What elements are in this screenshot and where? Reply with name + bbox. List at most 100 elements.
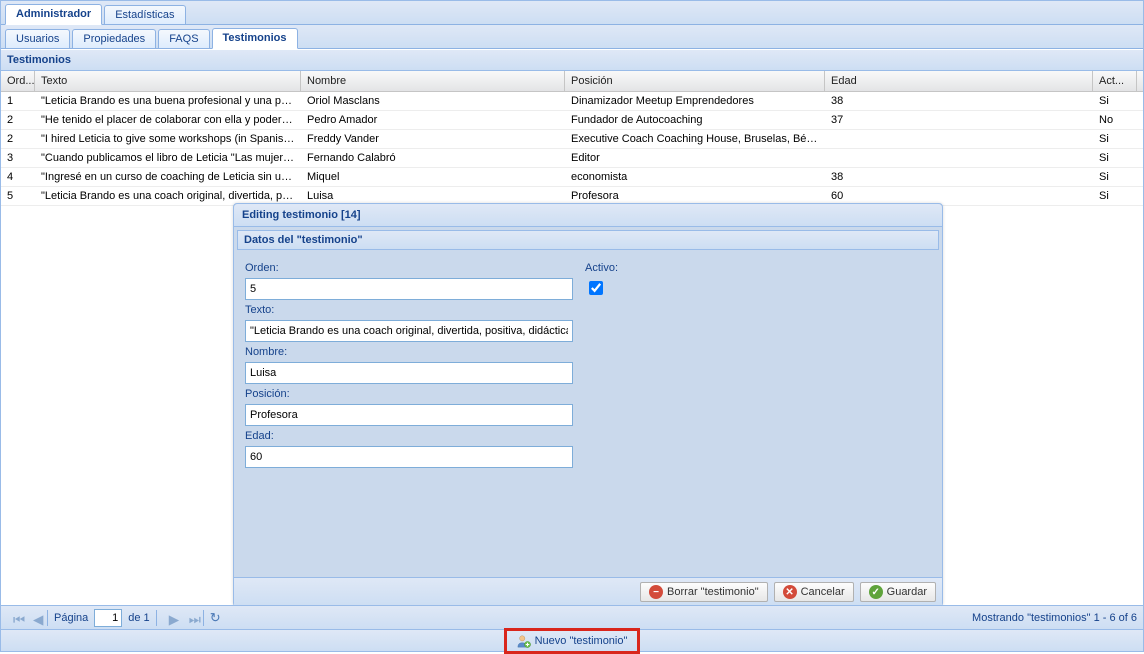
tab-propiedades[interactable]: Propiedades (72, 29, 156, 48)
table-cell: Pedro Amador (301, 111, 565, 129)
cancel-button-label: Cancelar (801, 586, 845, 598)
delete-button-label: Borrar "testimonio" (667, 586, 759, 598)
delete-button[interactable]: − Borrar "testimonio" (640, 582, 768, 602)
table-cell: "Cuando publicamos el libro de Leticia "… (35, 149, 301, 167)
highlight-box: Nuevo "testimonio" (504, 628, 641, 654)
prev-page-button[interactable]: ◀ (27, 611, 41, 625)
refresh-icon[interactable]: ↻ (210, 610, 221, 626)
edit-window-title: Editing testimonio [14] (234, 204, 942, 227)
edit-window-body: Datos del "testimonio" Orden: Activo: Te… (234, 227, 942, 577)
table-cell: Freddy Vander (301, 130, 565, 148)
table-cell: economista (565, 168, 825, 186)
tab-testimonios[interactable]: Testimonios (212, 28, 298, 49)
paging-status: Mostrando "testimonios" 1 - 6 of 6 (972, 612, 1137, 624)
save-button[interactable]: ✓ Guardar (860, 582, 936, 602)
table-row[interactable]: 3"Cuando publicamos el libro de Leticia … (1, 149, 1143, 168)
table-cell: Si (1093, 149, 1137, 167)
bottom-toolbar: Nuevo "testimonio" (1, 629, 1143, 651)
grid-header: Ord... Texto Nombre Posición Edad Act... (1, 71, 1143, 92)
edit-window: Editing testimonio [14] Datos del "testi… (233, 203, 943, 607)
col-header-posicion[interactable]: Posición (565, 71, 825, 91)
table-cell (825, 130, 1093, 148)
table-cell (825, 149, 1093, 167)
input-edad[interactable] (245, 446, 573, 468)
table-cell: 2 (1, 130, 35, 148)
table-cell: Si (1093, 187, 1137, 205)
new-testimonio-label: Nuevo "testimonio" (535, 635, 628, 647)
fieldset-title: Datos del "testimonio" (237, 230, 939, 250)
app-root: Administrador Estadísticas Usuarios Prop… (0, 0, 1144, 652)
table-cell: Editor (565, 149, 825, 167)
user-add-icon (517, 634, 531, 648)
paging-toolbar: ⏮ ◀ Página de 1 ▶ ⏭ ↻ Mostrando "testimo… (1, 605, 1143, 629)
tab-administrador[interactable]: Administrador (5, 4, 102, 25)
save-button-label: Guardar (887, 586, 927, 598)
table-cell: Si (1093, 168, 1137, 186)
label-activo: Activo: (585, 260, 618, 276)
col-header-nombre[interactable]: Nombre (301, 71, 565, 91)
table-cell: Fernando Calabró (301, 149, 565, 167)
edit-window-footer: − Borrar "testimonio" ✕ Cancelar ✓ Guard… (234, 577, 942, 606)
page-input[interactable] (94, 609, 122, 627)
table-cell: "I hired Leticia to give some workshops … (35, 130, 301, 148)
input-orden[interactable] (245, 278, 573, 300)
cancel-button[interactable]: ✕ Cancelar (774, 582, 854, 602)
tab-estadisticas[interactable]: Estadísticas (104, 5, 185, 24)
col-header-orden[interactable]: Ord... (1, 71, 35, 91)
delete-icon: − (649, 585, 663, 599)
table-row[interactable]: 2"I hired Leticia to give some workshops… (1, 130, 1143, 149)
col-header-edad[interactable]: Edad (825, 71, 1093, 91)
separator (203, 610, 204, 626)
col-header-activo[interactable]: Act... (1093, 71, 1137, 91)
page-of-label: de 1 (128, 612, 149, 624)
separator (156, 610, 157, 626)
table-row[interactable]: 4"Ingresé en un curso de coaching de Let… (1, 168, 1143, 187)
new-testimonio-button[interactable]: Nuevo "testimonio" (513, 632, 632, 650)
label-posicion: Posición: (245, 386, 573, 402)
checkbox-activo[interactable] (589, 281, 603, 295)
table-cell: 38 (825, 92, 1093, 110)
table-cell: Fundador de Autocoaching (565, 111, 825, 129)
table-cell: Miquel (301, 168, 565, 186)
table-row[interactable]: 2"He tenido el placer de colaborar con e… (1, 111, 1143, 130)
table-cell: "He tenido el placer de colaborar con el… (35, 111, 301, 129)
label-edad: Edad: (245, 428, 573, 444)
table-cell: 4 (1, 168, 35, 186)
tab-faqs[interactable]: FAQS (158, 29, 209, 48)
label-texto: Texto: (245, 302, 573, 318)
table-cell: "Leticia Brando es una buena profesional… (35, 92, 301, 110)
table-cell: 3 (1, 149, 35, 167)
table-cell: "Ingresé en un curso de coaching de Leti… (35, 168, 301, 186)
table-cell: Executive Coach Coaching House, Bruselas… (565, 130, 825, 148)
sub-tabstrip: Usuarios Propiedades FAQS Testimonios (1, 25, 1143, 49)
page-label: Página (54, 612, 88, 624)
table-cell: Oriol Masclans (301, 92, 565, 110)
next-page-button[interactable]: ▶ (163, 611, 177, 625)
tab-usuarios[interactable]: Usuarios (5, 29, 70, 48)
label-orden: Orden: (245, 260, 573, 276)
table-cell: 1 (1, 92, 35, 110)
last-page-button[interactable]: ⏭ (183, 611, 197, 625)
form-area: Orden: Activo: Texto: (237, 256, 939, 474)
panel-title: Testimonios (1, 49, 1143, 71)
table-cell: No (1093, 111, 1137, 129)
cancel-icon: ✕ (783, 585, 797, 599)
table-row[interactable]: 1"Leticia Brando es una buena profesiona… (1, 92, 1143, 111)
first-page-button[interactable]: ⏮ (7, 611, 21, 625)
table-cell: Dinamizador Meetup Emprendedores (565, 92, 825, 110)
grid-body: 1"Leticia Brando es una buena profesiona… (1, 92, 1143, 206)
label-nombre: Nombre: (245, 344, 573, 360)
save-icon: ✓ (869, 585, 883, 599)
input-nombre[interactable] (245, 362, 573, 384)
table-cell: 38 (825, 168, 1093, 186)
col-header-texto[interactable]: Texto (35, 71, 301, 91)
input-texto[interactable] (245, 320, 573, 342)
separator (47, 610, 48, 626)
table-cell: Si (1093, 92, 1137, 110)
main-tabstrip: Administrador Estadísticas (1, 1, 1143, 25)
table-cell: Si (1093, 130, 1137, 148)
input-posicion[interactable] (245, 404, 573, 426)
table-cell: 5 (1, 187, 35, 205)
table-cell: 2 (1, 111, 35, 129)
table-cell: 37 (825, 111, 1093, 129)
